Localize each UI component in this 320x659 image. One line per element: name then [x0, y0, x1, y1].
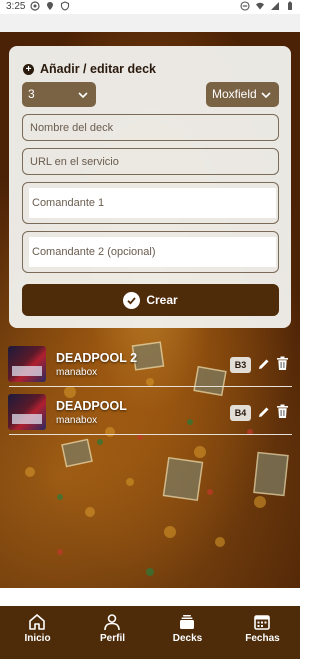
shield-icon — [60, 1, 70, 11]
status-time: 3:25 — [6, 1, 26, 12]
deck-name-field[interactable]: Nombre del deck — [22, 114, 279, 141]
location-icon — [47, 2, 53, 10]
deck-commander-image — [8, 394, 46, 430]
nav-item-perfil[interactable]: Perfil — [75, 606, 150, 659]
divider — [9, 386, 292, 387]
person-icon — [104, 614, 120, 631]
service-url-field[interactable]: URL en el servicio — [22, 148, 279, 175]
commander-2-input[interactable]: Comandante 2 (opcional) — [29, 237, 276, 267]
count-select[interactable]: 3 — [22, 82, 96, 107]
dnd-icon — [240, 1, 250, 11]
battery-icon — [288, 1, 292, 10]
edit-pencil-icon[interactable] — [257, 357, 271, 371]
deck-list-item[interactable]: DEADPOOL 2 manabox B3 — [8, 344, 292, 388]
deck-name: DEADPOOL 2 — [56, 351, 138, 365]
wifi-icon — [256, 2, 264, 10]
count-select-value: 3 — [28, 87, 35, 101]
bottom-spacer — [0, 588, 300, 606]
cards-icon — [180, 615, 194, 629]
create-button-label: Crear — [146, 293, 178, 307]
form-title: + Añadir / editar deck — [23, 62, 156, 76]
commander-2-placeholder: Comandante 2 (opcional) — [32, 246, 156, 258]
form-title-text: Añadir / editar deck — [40, 62, 157, 76]
edit-pencil-icon[interactable] — [257, 405, 271, 419]
commander-1-field[interactable]: Comandante 1 — [22, 182, 279, 224]
deck-name-placeholder: Nombre del deck — [30, 122, 114, 134]
delete-trash-icon[interactable] — [276, 356, 289, 371]
status-right-icons — [240, 1, 295, 11]
chevron-down-icon — [78, 92, 88, 99]
deck-commander-image — [8, 346, 46, 382]
check-circle-icon — [123, 291, 141, 309]
add-circle-icon: + — [23, 63, 34, 75]
nav-label: Inicio — [24, 633, 51, 644]
status-bar: 3:25 — [0, 0, 300, 14]
service-select-value: Moxfield — [212, 87, 257, 101]
calendar-icon — [254, 615, 270, 630]
deck-bracket-badge: B4 — [230, 405, 251, 421]
nav-item-fechas[interactable]: Fechas — [225, 606, 300, 659]
commander-1-placeholder: Comandante 1 — [32, 197, 105, 209]
deck-name: DEADPOOL — [56, 399, 127, 413]
service-url-placeholder: URL en el servicio — [30, 156, 119, 168]
deck-bracket-badge: B3 — [230, 357, 251, 373]
deck-list-item[interactable]: DEADPOOL manabox B4 — [8, 392, 292, 436]
deck-form-card: + Añadir / editar deck 3 Moxfield Nombre… — [9, 46, 291, 328]
bottom-navigation: Inicio Perfil Decks Fechas — [0, 606, 300, 659]
create-button[interactable]: Crear — [22, 284, 279, 316]
divider — [9, 434, 292, 435]
status-left-icons — [30, 1, 70, 11]
app-top-bar — [0, 14, 300, 32]
chevron-down-icon — [261, 92, 271, 99]
commander-1-input[interactable]: Comandante 1 — [29, 188, 276, 218]
signal-icon — [271, 2, 279, 10]
nav-label: Perfil — [99, 633, 125, 644]
deck-service: manabox — [56, 415, 98, 426]
service-select[interactable]: Moxfield — [206, 82, 279, 107]
home-icon — [29, 614, 45, 630]
deck-service: manabox — [56, 367, 98, 378]
notification-icon — [30, 1, 40, 11]
delete-trash-icon[interactable] — [276, 404, 289, 419]
nav-item-inicio[interactable]: Inicio — [0, 606, 75, 659]
nav-item-decks[interactable]: Decks — [150, 606, 225, 659]
nav-label: Fechas — [245, 633, 280, 644]
nav-label: Decks — [172, 633, 203, 644]
commander-2-field[interactable]: Comandante 2 (opcional) — [22, 231, 279, 273]
